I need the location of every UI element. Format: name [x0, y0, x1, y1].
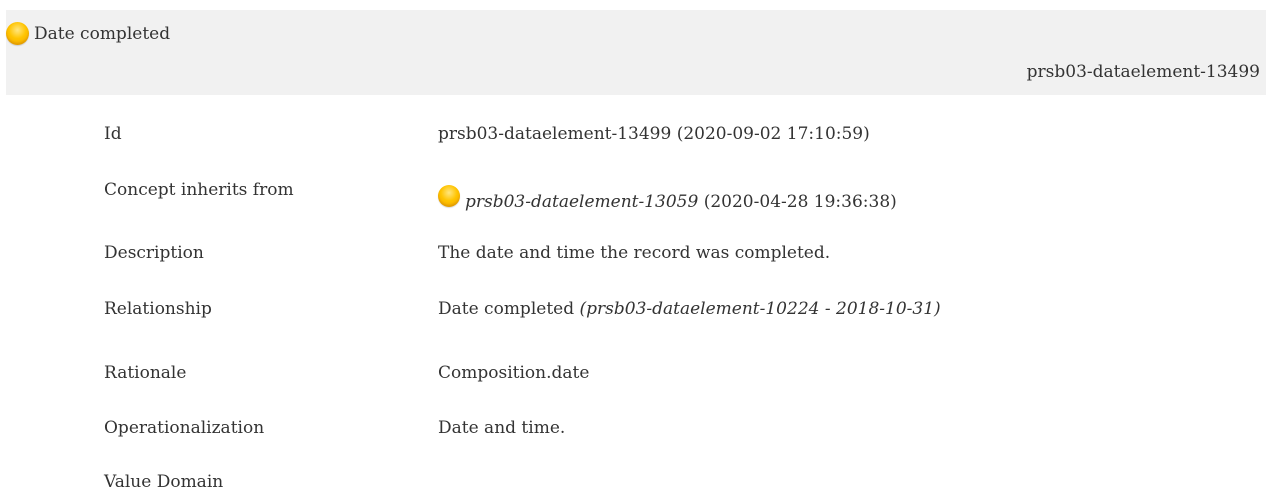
value-domain-label: Value Domain: [104, 472, 224, 492]
concept-header: Date completed prsb03-dataelement-13499: [6, 10, 1266, 95]
operationalization-value: Date and time.: [438, 418, 566, 438]
status-draft-icon: [6, 22, 29, 45]
relationship-label: Relationship: [104, 299, 212, 319]
concept-title-row[interactable]: Date completed: [6, 22, 170, 45]
rationale-value: Composition.date: [438, 363, 590, 383]
relationship-value: Date completed (prsb03-dataelement-10224…: [438, 297, 941, 321]
status-draft-icon: [438, 185, 460, 207]
concept-title: Date completed: [34, 23, 171, 44]
inherits-label: Concept inherits from: [104, 180, 294, 200]
inherits-link[interactable]: prsb03-dataelement-13059: [465, 190, 698, 214]
inherits-date: (2020-04-28 19:36:38): [698, 192, 897, 212]
operationalization-label: Operationalization: [104, 418, 265, 438]
relationship-name: Date completed: [438, 299, 580, 319]
description-value: The date and time the record was complet…: [438, 243, 831, 263]
id-value: prsb03-dataelement-13499 (2020-09-02 17:…: [438, 124, 870, 144]
description-label: Description: [104, 243, 204, 263]
rationale-label: Rationale: [104, 363, 187, 383]
concept-id: prsb03-dataelement-13499: [1026, 62, 1260, 82]
id-label: Id: [104, 124, 122, 144]
relationship-ref[interactable]: (prsb03-dataelement-10224 - 2018-10-31): [580, 297, 941, 321]
inherits-value: prsb03-dataelement-13059 (2020-04-28 19:…: [438, 185, 897, 214]
